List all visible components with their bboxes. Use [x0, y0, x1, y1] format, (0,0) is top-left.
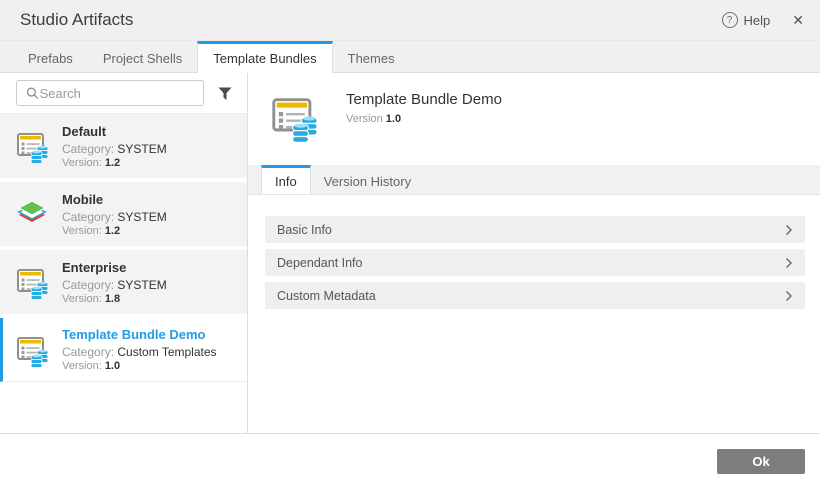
close-icon[interactable]: ✕: [792, 13, 804, 27]
template-bundle-icon: [14, 332, 50, 368]
section-label: Basic Info: [277, 223, 332, 237]
help-button[interactable]: ? Help: [722, 12, 771, 28]
section-custom-metadata[interactable]: Custom Metadata: [265, 282, 805, 309]
tab-info[interactable]: Info: [261, 165, 311, 194]
tab-prefabs[interactable]: Prefabs: [13, 41, 88, 72]
category-label: Category:: [62, 210, 114, 224]
item-category: SYSTEM: [117, 278, 166, 292]
section-label: Dependant Info: [277, 256, 363, 270]
item-version: 1.8: [105, 293, 120, 305]
tab-version-history[interactable]: Version History: [311, 165, 424, 194]
list-item-mobile[interactable]: Mobile Category: SYSTEM Version: 1.2: [0, 182, 247, 246]
ok-button[interactable]: Ok: [717, 449, 805, 474]
tab-project-shells[interactable]: Project Shells: [88, 41, 197, 72]
search-box[interactable]: [16, 80, 204, 106]
template-bundle-icon-large: [268, 89, 320, 145]
detail-version: 1.0: [386, 113, 401, 125]
detail-title: Template Bundle Demo: [346, 91, 502, 108]
item-version: 1.2: [105, 157, 120, 169]
section-label: Custom Metadata: [277, 289, 376, 303]
info-sections: Basic Info Dependant Info Custom Metadat…: [248, 195, 820, 315]
filter-icon[interactable]: [216, 85, 234, 102]
list-item-template-bundle-demo[interactable]: Template Bundle Demo Category: Custom Te…: [0, 318, 247, 382]
search-icon: [25, 85, 40, 101]
list-item-default[interactable]: Default Category: SYSTEM Version: 1.2: [0, 114, 247, 178]
help-label: Help: [744, 13, 771, 28]
tab-template-bundles[interactable]: Template Bundles: [197, 41, 332, 73]
item-category: SYSTEM: [117, 210, 166, 224]
studio-artifacts-dialog: Studio Artifacts ? Help ✕ Prefabs Projec…: [0, 0, 820, 488]
help-icon: ?: [722, 12, 738, 28]
version-label: Version:: [62, 360, 102, 372]
category-label: Category:: [62, 345, 114, 359]
section-dependant-info[interactable]: Dependant Info: [265, 249, 805, 276]
dialog-header: Studio Artifacts ? Help ✕: [0, 0, 820, 41]
template-bundle-icon: [14, 128, 50, 164]
item-version: 1.0: [105, 360, 120, 372]
layers-icon: [14, 196, 50, 232]
detail-version-label: Version: [346, 113, 383, 125]
item-name: Default: [62, 124, 167, 139]
section-basic-info[interactable]: Basic Info: [265, 216, 805, 243]
chevron-right-icon: [785, 257, 793, 269]
detail-panel: Template Bundle Demo Version 1.0 Info Ve…: [248, 73, 820, 433]
version-label: Version:: [62, 293, 102, 305]
chevron-right-icon: [785, 290, 793, 302]
item-category: Custom Templates: [117, 345, 216, 359]
version-label: Version:: [62, 157, 102, 169]
version-label: Version:: [62, 225, 102, 237]
detail-tabs: Info Version History: [248, 165, 820, 195]
item-name: Template Bundle Demo: [62, 327, 217, 342]
list-item-enterprise[interactable]: Enterprise Category: SYSTEM Version: 1.8: [0, 250, 247, 314]
tab-themes[interactable]: Themes: [333, 41, 410, 72]
item-version: 1.2: [105, 225, 120, 237]
dialog-footer: Ok: [0, 433, 820, 488]
bundle-list-panel: Default Category: SYSTEM Version: 1.2 Mo…: [0, 73, 248, 433]
item-name: Enterprise: [62, 260, 167, 275]
category-label: Category:: [62, 278, 114, 292]
item-name: Mobile: [62, 192, 167, 207]
item-category: SYSTEM: [117, 142, 166, 156]
category-label: Category:: [62, 142, 114, 156]
artifact-type-tabs: Prefabs Project Shells Template Bundles …: [0, 41, 820, 73]
dialog-title: Studio Artifacts: [20, 10, 133, 30]
chevron-right-icon: [785, 224, 793, 236]
search-input[interactable]: [40, 86, 195, 101]
template-bundle-icon: [14, 264, 50, 300]
detail-header: Template Bundle Demo Version 1.0: [248, 73, 820, 165]
search-row: [0, 73, 247, 114]
